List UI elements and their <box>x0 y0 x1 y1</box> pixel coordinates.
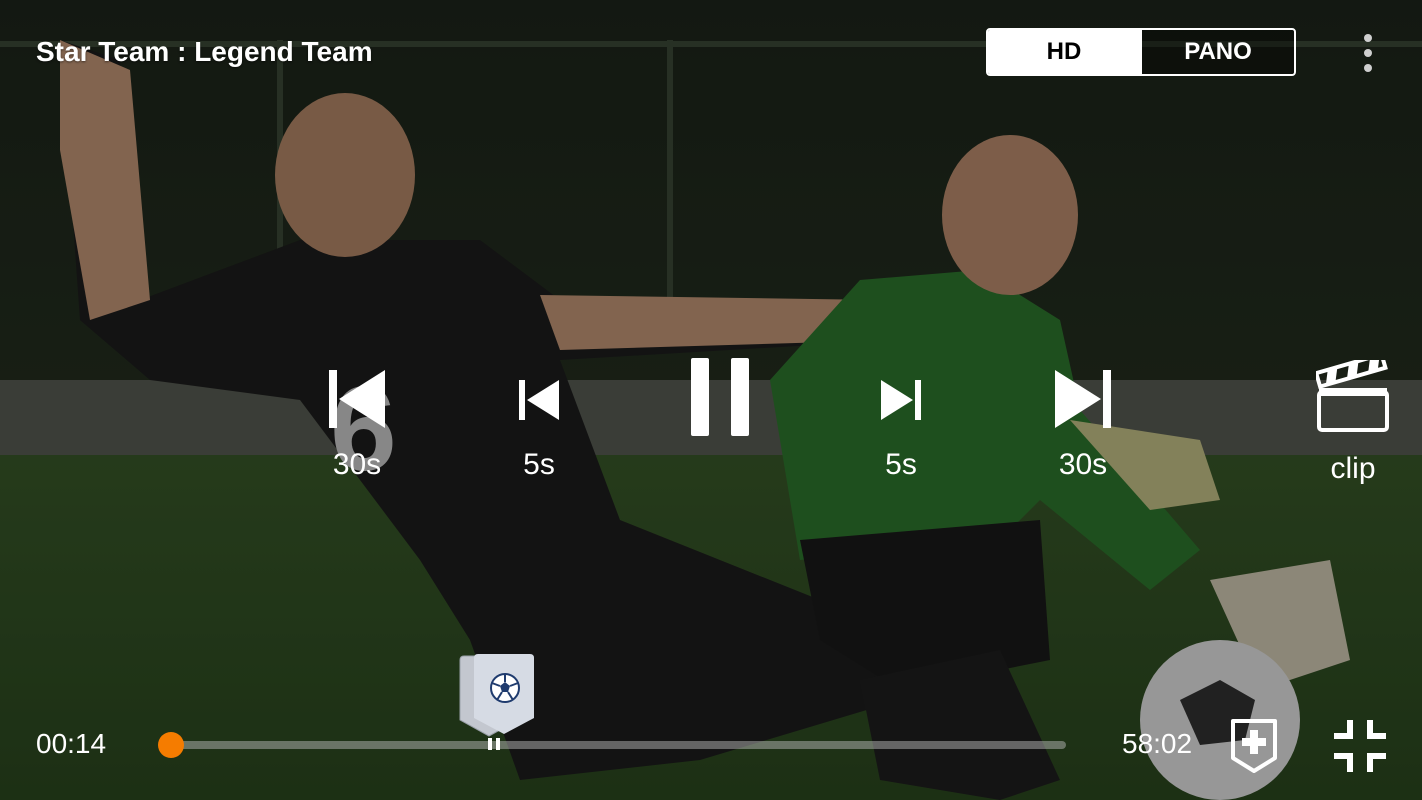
forward-30-button[interactable]: 30s <box>1038 368 1128 482</box>
rewind-5-button[interactable]: 5s <box>494 378 584 482</box>
forward-30-label: 30s <box>1058 448 1108 481</box>
skip-forward-5-icon <box>881 380 921 420</box>
forward-5-button[interactable]: 5s <box>856 378 946 482</box>
clapperboard-icon <box>1316 360 1389 432</box>
mode-pano-button[interactable]: PANO <box>1140 30 1294 74</box>
seek-thumb[interactable] <box>158 732 184 758</box>
event-marker[interactable] <box>458 654 534 754</box>
clip-button[interactable]: clip <box>1308 360 1398 486</box>
rewind-30-label: 30s <box>332 448 382 481</box>
rewind-5-label: 5s <box>523 448 555 481</box>
mode-hd-button[interactable]: HD <box>988 30 1140 74</box>
match-title: Star Team : Legend Team <box>36 36 373 67</box>
forward-5-label: 5s <box>885 448 917 481</box>
pause-icon <box>691 358 749 436</box>
skip-forward-30-icon <box>1055 370 1111 428</box>
rewind-30-button[interactable]: 30s <box>312 368 402 482</box>
clip-label: clip <box>1330 452 1376 485</box>
soccer-ball-icon <box>490 673 520 703</box>
add-tag-icon <box>1231 719 1277 773</box>
exit-fullscreen-button[interactable] <box>1332 718 1388 778</box>
add-tag-button[interactable] <box>1230 718 1278 778</box>
seek-bar[interactable] <box>172 741 1066 749</box>
current-time: 00:14 <box>36 728 107 759</box>
skip-back-30-icon <box>329 370 385 428</box>
pause-button[interactable] <box>688 356 752 438</box>
quality-mode-toggle[interactable]: HD PANO <box>986 28 1296 76</box>
more-vertical-icon[interactable] <box>1358 34 1378 72</box>
exit-fullscreen-icon <box>1334 720 1386 772</box>
skip-back-5-icon <box>519 380 559 420</box>
duration-time: 58:02 <box>1122 728 1193 759</box>
